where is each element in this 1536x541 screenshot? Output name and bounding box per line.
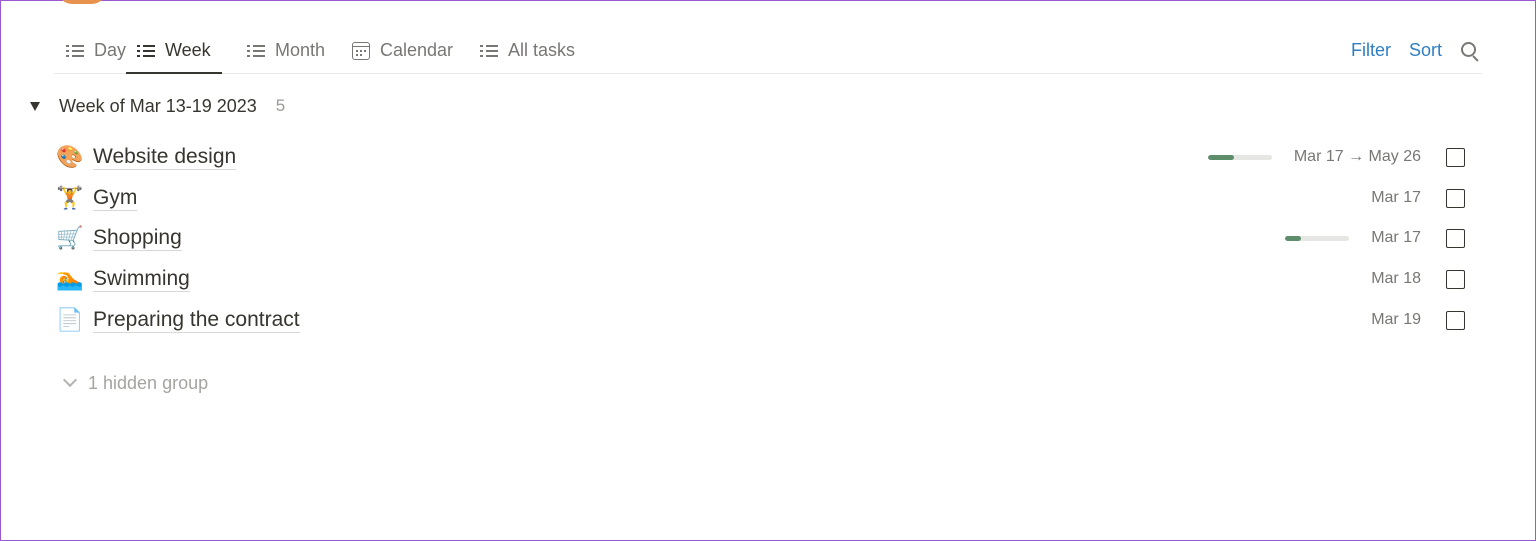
page-icon-fragment <box>58 0 106 4</box>
task-row[interactable]: 📄 Preparing the contract Mar 19 <box>54 301 1482 341</box>
task-title[interactable]: Gym <box>93 185 138 211</box>
group-header: Week of Mar 13-19 2023 5 <box>30 92 285 120</box>
tab-label: All tasks <box>508 40 576 60</box>
search-icon[interactable] <box>1460 41 1480 61</box>
list-icon <box>137 42 155 60</box>
tab-calendar[interactable]: Calendar <box>352 28 453 73</box>
list-icon <box>480 42 498 60</box>
task-checkbox[interactable] <box>1446 229 1465 248</box>
calendar-icon <box>352 41 370 60</box>
chevron-down-icon <box>62 372 78 388</box>
palette-icon: 🎨 <box>56 145 84 170</box>
task-checkbox[interactable] <box>1446 270 1465 289</box>
task-title[interactable]: Preparing the contract <box>93 307 300 333</box>
task-date: Mar 17 <box>1371 229 1421 246</box>
collapse-toggle-icon[interactable] <box>30 101 40 111</box>
task-row[interactable]: 🏋️ Gym Mar 17 <box>54 179 1482 219</box>
tab-day[interactable]: Day <box>66 28 126 73</box>
view-tab-bar: Day Week Month Calendar All tasks Filter… <box>54 28 1482 74</box>
task-date: Mar 18 <box>1371 270 1421 287</box>
sort-button[interactable]: Sort <box>1409 40 1442 61</box>
task-title[interactable]: Swimming <box>93 266 190 292</box>
list-icon <box>247 42 265 60</box>
document-icon: 📄 <box>56 308 84 333</box>
task-date: Mar 19 <box>1371 311 1421 328</box>
tab-label: Calendar <box>380 40 454 60</box>
task-checkbox[interactable] <box>1446 189 1465 208</box>
filter-button[interactable]: Filter <box>1351 40 1391 61</box>
progress-bar <box>1285 236 1349 241</box>
task-date: Mar 17 <box>1371 189 1421 206</box>
progress-fill <box>1208 155 1234 160</box>
tab-all-tasks[interactable]: All tasks <box>480 28 575 73</box>
list-icon <box>66 42 84 60</box>
tab-label: Month <box>275 40 326 60</box>
progress-fill <box>1285 236 1301 241</box>
view-actions: Filter Sort <box>1333 28 1482 73</box>
task-date: Mar 17 → May 26 <box>1293 148 1421 165</box>
task-row[interactable]: 🏊 Swimming Mar 18 <box>54 260 1482 300</box>
hidden-groups-toggle[interactable]: 1 hidden group <box>62 370 208 396</box>
weightlifter-icon: 🏋️ <box>56 186 84 211</box>
tab-label: Week <box>165 40 211 60</box>
task-checkbox[interactable] <box>1446 148 1465 167</box>
progress-bar <box>1208 155 1272 160</box>
hidden-groups-label: 1 hidden group <box>88 372 209 393</box>
swimmer-icon: 🏊 <box>56 267 84 292</box>
group-count: 5 <box>275 96 286 115</box>
task-title[interactable]: Website design <box>93 144 237 170</box>
task-row[interactable]: 🛒 Shopping Mar 17 <box>54 219 1482 259</box>
task-title[interactable]: Shopping <box>93 225 182 251</box>
task-row[interactable]: 🎨 Website design Mar 17 → May 26 <box>54 138 1482 178</box>
tab-label: Day <box>94 40 127 60</box>
shopping-cart-icon: 🛒 <box>56 226 84 251</box>
task-checkbox[interactable] <box>1446 311 1465 330</box>
tab-month[interactable]: Month <box>247 28 325 73</box>
group-title: Week of Mar 13-19 2023 <box>59 95 257 116</box>
tab-week[interactable]: Week <box>126 28 222 74</box>
